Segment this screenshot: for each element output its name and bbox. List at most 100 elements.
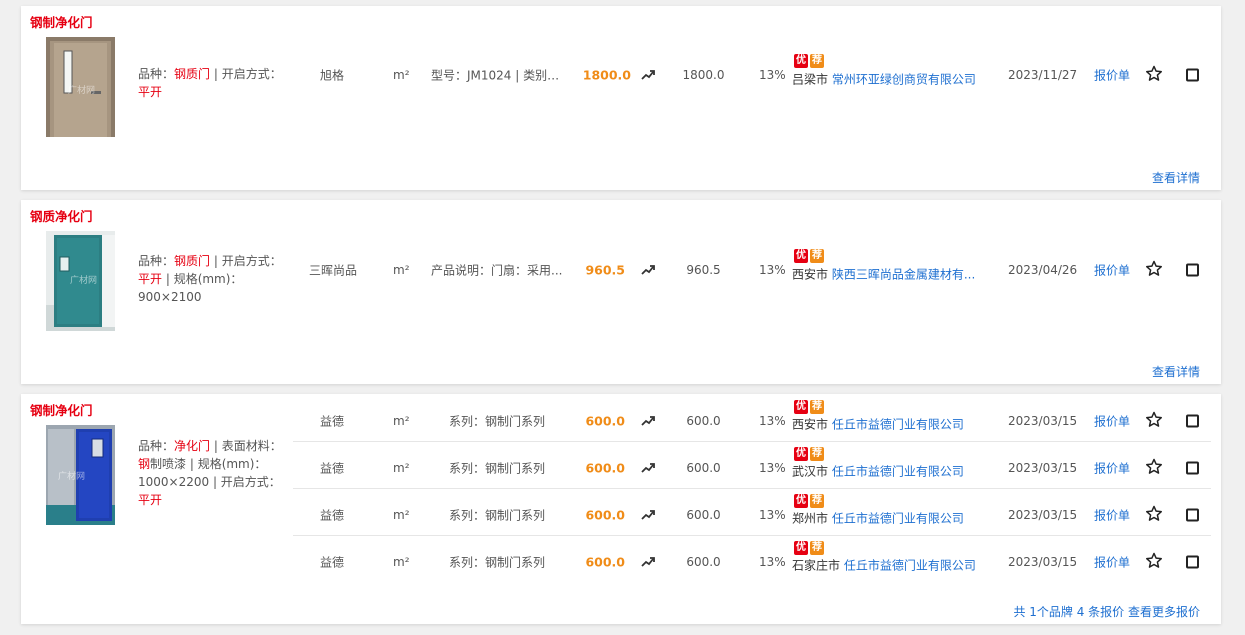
company-link[interactable]: 任丘市益德门业有限公司 bbox=[844, 559, 976, 573]
price: 960.5 bbox=[585, 262, 625, 277]
price: 600.0 bbox=[585, 554, 625, 569]
trend-icon[interactable] bbox=[641, 415, 655, 427]
star-icon[interactable] bbox=[1145, 552, 1163, 572]
brand-name[interactable]: 三晖尚品 bbox=[305, 261, 361, 278]
brand-name[interactable]: 益德 bbox=[311, 506, 353, 523]
compare-checkbox[interactable] bbox=[1186, 508, 1199, 521]
unit: m² bbox=[393, 413, 410, 428]
company-link[interactable]: 陕西三晖尚品金属建材有... bbox=[832, 268, 975, 282]
company-link[interactable]: 任丘市益德门业有限公司 bbox=[832, 512, 964, 526]
quote-sheet-link[interactable]: 报价单 bbox=[1094, 553, 1130, 570]
product-card: 钢质净化门 广材网 品种：钢质门 | 开启方式：平开 | 规格(mm)：900×… bbox=[21, 200, 1221, 384]
star-icon[interactable] bbox=[1145, 65, 1163, 85]
product-description: 产品说明：门扇：采用... bbox=[431, 263, 563, 277]
brand-name[interactable]: 益德 bbox=[311, 459, 353, 476]
recommended-badge: 荐 bbox=[810, 249, 824, 263]
quote-row: 益德 m² 系列：钢制门系列 600.0 600.0 13% 优 荐 西安市 任… bbox=[21, 397, 1221, 444]
product-title[interactable]: 钢制净化门 bbox=[30, 12, 93, 31]
unit: m² bbox=[393, 460, 410, 475]
tax-price: 1800.0 bbox=[682, 67, 725, 82]
badge-group: 优 荐 bbox=[794, 54, 824, 68]
row-divider bbox=[293, 441, 1211, 442]
product-description: 系列：钢制门系列 bbox=[449, 555, 546, 569]
product-title[interactable]: 钢质净化门 bbox=[30, 206, 93, 225]
product-description: 型号：JM1024 | 类别：... bbox=[431, 68, 566, 82]
badge-group: 优 荐 bbox=[794, 400, 824, 414]
city: 武汉市 bbox=[792, 464, 829, 479]
trend-icon[interactable] bbox=[641, 69, 655, 81]
quote-sheet-link[interactable]: 报价单 bbox=[1094, 459, 1130, 476]
quote-row: 益德 m² 系列：钢制门系列 600.0 600.0 13% 优 荐 郑州市 任… bbox=[21, 491, 1221, 538]
row-divider bbox=[293, 488, 1211, 489]
compare-checkbox[interactable] bbox=[1186, 555, 1199, 568]
quote-date: 2023/03/15 bbox=[1008, 507, 1078, 522]
tax-price: 600.0 bbox=[686, 554, 721, 569]
star-icon[interactable] bbox=[1145, 260, 1163, 280]
supplier-location: 郑州市 任丘市益德门业有限公司 bbox=[792, 510, 964, 527]
compare-checkbox[interactable] bbox=[1186, 263, 1199, 276]
company-link[interactable]: 任丘市益德门业有限公司 bbox=[832, 418, 964, 432]
city: 石家庄市 bbox=[792, 558, 841, 573]
brand-name[interactable]: 益德 bbox=[311, 412, 353, 429]
star-icon[interactable] bbox=[1145, 411, 1163, 431]
supplier-location: 西安市 陕西三晖尚品金属建材有... bbox=[792, 266, 975, 283]
tax-rate: 13% bbox=[759, 554, 786, 569]
trend-icon[interactable] bbox=[641, 556, 655, 568]
brand-name[interactable]: 益德 bbox=[311, 553, 353, 570]
company-link[interactable]: 常州环亚绿创商贸有限公司 bbox=[832, 73, 976, 87]
unit: m² bbox=[393, 554, 410, 569]
preferred-badge: 优 bbox=[794, 447, 808, 461]
product-card: 钢制净化门 广材网 品种：净化门 | 表面材料：钢制喷漆 | 规格(mm)：10… bbox=[21, 394, 1221, 624]
compare-checkbox[interactable] bbox=[1186, 461, 1199, 474]
quote-sheet-link[interactable]: 报价单 bbox=[1094, 261, 1130, 278]
tax-rate: 13% bbox=[759, 67, 786, 82]
preferred-badge: 优 bbox=[794, 54, 808, 68]
quote-summary-link[interactable]: 共 1个品牌 4 条报价 bbox=[1013, 605, 1124, 619]
compare-checkbox[interactable] bbox=[1186, 414, 1199, 427]
unit: m² bbox=[393, 67, 410, 82]
quote-date: 2023/11/27 bbox=[1008, 67, 1078, 82]
badge-group: 优 荐 bbox=[794, 249, 824, 263]
price: 600.0 bbox=[585, 413, 625, 428]
quote-row: 益德 m² 系列：钢制门系列 600.0 600.0 13% 优 荐 石家庄市 … bbox=[21, 538, 1221, 585]
compare-checkbox[interactable] bbox=[1186, 68, 1199, 81]
trend-icon[interactable] bbox=[641, 462, 655, 474]
view-details-link[interactable]: 查看详情 bbox=[1152, 363, 1200, 380]
star-icon[interactable] bbox=[1145, 458, 1163, 478]
product-description: 系列：钢制门系列 bbox=[449, 508, 546, 522]
product-card: 钢制净化门 广材网 品种：钢质门 | 开启方式：平开 旭格 m² 型号：JM10… bbox=[21, 6, 1221, 190]
tax-price: 600.0 bbox=[686, 460, 721, 475]
recommended-badge: 荐 bbox=[810, 494, 824, 508]
badge-group: 优 荐 bbox=[794, 447, 824, 461]
more-quotes-link[interactable]: 查看更多报价 bbox=[1128, 605, 1200, 619]
city: 西安市 bbox=[792, 417, 829, 432]
view-details-link[interactable]: 查看详情 bbox=[1152, 169, 1200, 186]
company-link[interactable]: 任丘市益德门业有限公司 bbox=[832, 465, 964, 479]
quote-sheet-link[interactable]: 报价单 bbox=[1094, 412, 1130, 429]
supplier-location: 武汉市 任丘市益德门业有限公司 bbox=[792, 463, 964, 480]
price: 600.0 bbox=[585, 507, 625, 522]
recommended-badge: 荐 bbox=[810, 447, 824, 461]
unit: m² bbox=[393, 507, 410, 522]
quote-row: 益德 m² 系列：钢制门系列 600.0 600.0 13% 优 荐 武汉市 任… bbox=[21, 444, 1221, 491]
tax-price: 600.0 bbox=[686, 413, 721, 428]
tax-rate: 13% bbox=[759, 262, 786, 277]
recommended-badge: 荐 bbox=[810, 400, 824, 414]
brand-name[interactable]: 旭格 bbox=[311, 66, 353, 83]
quote-sheet-link[interactable]: 报价单 bbox=[1094, 66, 1130, 83]
recommended-badge: 荐 bbox=[810, 54, 824, 68]
tax-price: 600.0 bbox=[686, 507, 721, 522]
city: 西安市 bbox=[792, 267, 829, 282]
supplier-location: 石家庄市 任丘市益德门业有限公司 bbox=[792, 557, 976, 574]
price: 600.0 bbox=[585, 460, 625, 475]
preferred-badge: 优 bbox=[794, 400, 808, 414]
trend-icon[interactable] bbox=[641, 264, 655, 276]
quote-sheet-link[interactable]: 报价单 bbox=[1094, 506, 1130, 523]
quote-date: 2023/03/15 bbox=[1008, 554, 1078, 569]
quote-date: 2023/04/26 bbox=[1008, 262, 1078, 277]
tax-rate: 13% bbox=[759, 413, 786, 428]
quote-date: 2023/03/15 bbox=[1008, 413, 1078, 428]
trend-icon[interactable] bbox=[641, 509, 655, 521]
star-icon[interactable] bbox=[1145, 505, 1163, 525]
city: 吕梁市 bbox=[792, 72, 829, 87]
